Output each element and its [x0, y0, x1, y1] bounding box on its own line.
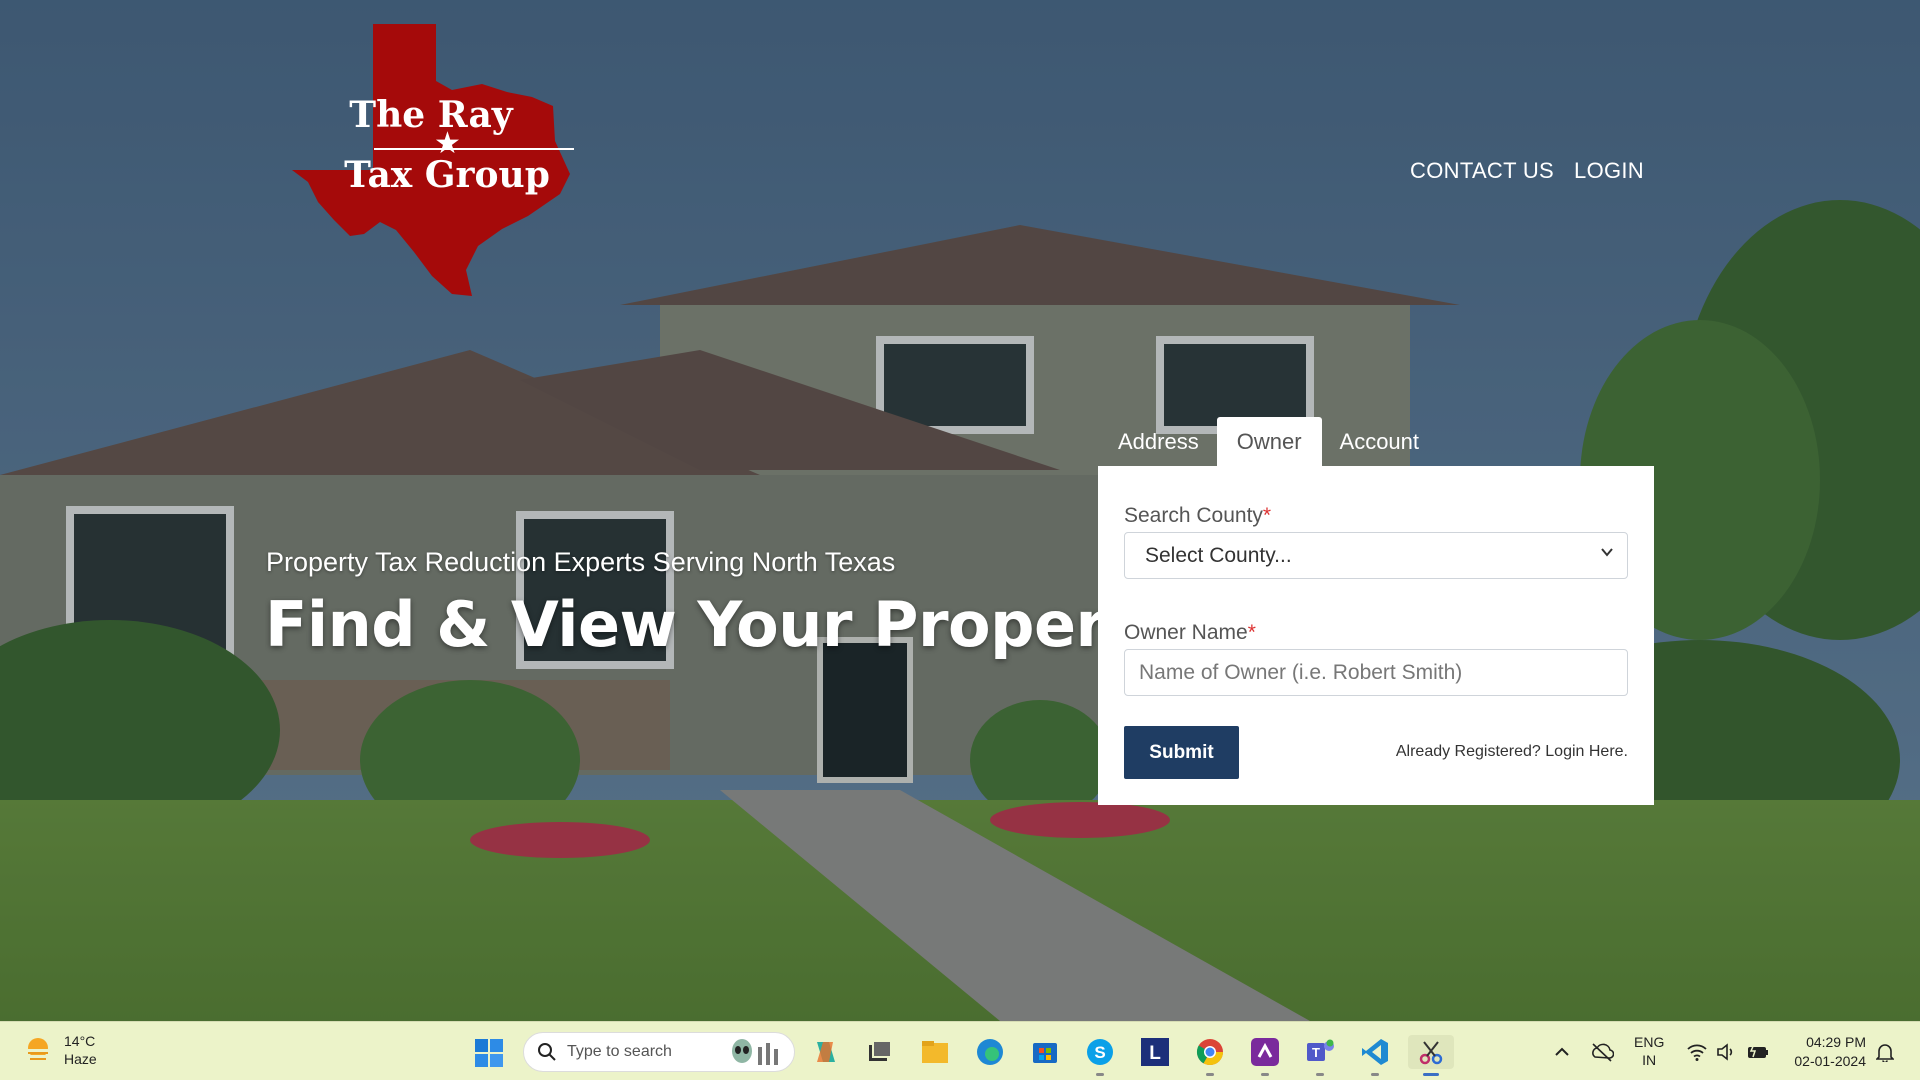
county-select[interactable]: Select County...: [1124, 532, 1628, 579]
windows-start-icon[interactable]: [474, 1038, 504, 1068]
clock-time: 04:29 PM: [1806, 1034, 1866, 1050]
login-here-link[interactable]: Already Registered? Login Here.: [1396, 743, 1628, 761]
skype-icon[interactable]: S: [1083, 1035, 1117, 1076]
onedrive-offline-icon[interactable]: [1590, 1041, 1614, 1063]
nav-login[interactable]: LOGIN: [1574, 158, 1644, 184]
taskbar-search[interactable]: Type to search: [523, 1032, 795, 1072]
file-explorer-icon[interactable]: [918, 1035, 952, 1069]
svg-text:L: L: [1149, 1043, 1161, 1064]
county-label: Search County*: [1124, 504, 1271, 528]
owner-name-label: Owner Name*: [1124, 621, 1256, 645]
task-view-icon[interactable]: [863, 1035, 897, 1069]
copilot-icon[interactable]: [809, 1035, 843, 1069]
required-asterisk: *: [1247, 621, 1256, 644]
county-label-text: Search County: [1124, 504, 1263, 527]
submit-button[interactable]: Submit: [1124, 726, 1239, 779]
required-asterisk: *: [1262, 504, 1272, 527]
language-region: IN: [1642, 1052, 1657, 1068]
notification-bell-icon[interactable]: [1876, 1042, 1894, 1062]
logo-divider: [374, 148, 574, 150]
hero-headline: Find & View Your Property: [265, 588, 1175, 661]
hero-tagline: Property Tax Reduction Experts Serving N…: [266, 547, 896, 577]
language-indicator[interactable]: ENG IN: [1634, 1033, 1664, 1069]
owner-name-input[interactable]: [1124, 649, 1628, 696]
weather-text: 14°C Haze: [64, 1032, 97, 1068]
svg-text:S: S: [1094, 1043, 1105, 1062]
weather-desc: Haze: [64, 1051, 97, 1067]
windows-taskbar: 14°C Haze Type to search S L T ENG IN 04…: [0, 1021, 1920, 1080]
haze-sun-icon: [26, 1038, 50, 1060]
chevron-up-icon[interactable]: [1554, 1044, 1570, 1060]
search-tabs: Address Owner Account: [1100, 417, 1437, 467]
owner-name-label-text: Owner Name: [1124, 621, 1248, 644]
teams-icon[interactable]: T: [1303, 1035, 1337, 1076]
chevron-down-icon: [1601, 548, 1613, 557]
clipchamp-icon[interactable]: [1248, 1035, 1282, 1076]
taskbar-search-placeholder: Type to search: [567, 1043, 672, 1060]
store-icon[interactable]: [1028, 1035, 1062, 1069]
tab-owner[interactable]: Owner: [1216, 417, 1322, 467]
logo-line-2: Tax Group: [344, 154, 550, 196]
wifi-icon[interactable]: [1686, 1042, 1708, 1062]
taskbar-clock[interactable]: 04:29 PM 02-01-2024: [1794, 1033, 1866, 1071]
top-nav: CONTACT US LOGIN: [1410, 158, 1644, 184]
language-code: ENG: [1634, 1034, 1665, 1050]
chrome-icon[interactable]: [1193, 1035, 1227, 1076]
snipping-tool-icon[interactable]: [1408, 1035, 1454, 1076]
svg-text:T: T: [1312, 1045, 1320, 1060]
clock-date: 02-01-2024: [1794, 1053, 1866, 1069]
search-highlight-icon: [732, 1039, 778, 1065]
nav-contact-us[interactable]: CONTACT US: [1410, 158, 1554, 184]
edge-icon[interactable]: [973, 1035, 1007, 1069]
weather-widget[interactable]: 14°C Haze: [22, 1032, 97, 1068]
site-logo[interactable]: The Ray ★ Tax Group: [292, 24, 582, 296]
county-select-value: Select County...: [1145, 543, 1292, 567]
search-icon: [538, 1043, 556, 1061]
weather-temp: 14°C: [64, 1033, 96, 1049]
tab-address[interactable]: Address: [1100, 417, 1217, 467]
battery-icon[interactable]: [1746, 1042, 1770, 1062]
volume-icon[interactable]: [1716, 1042, 1736, 1062]
vscode-icon[interactable]: [1358, 1035, 1392, 1076]
l-app-icon[interactable]: L: [1138, 1035, 1172, 1069]
logo-line-1: The Ray: [349, 94, 513, 136]
owner-search-form: Search County* Select County... Owner Na…: [1098, 466, 1654, 805]
tab-account[interactable]: Account: [1322, 417, 1438, 467]
